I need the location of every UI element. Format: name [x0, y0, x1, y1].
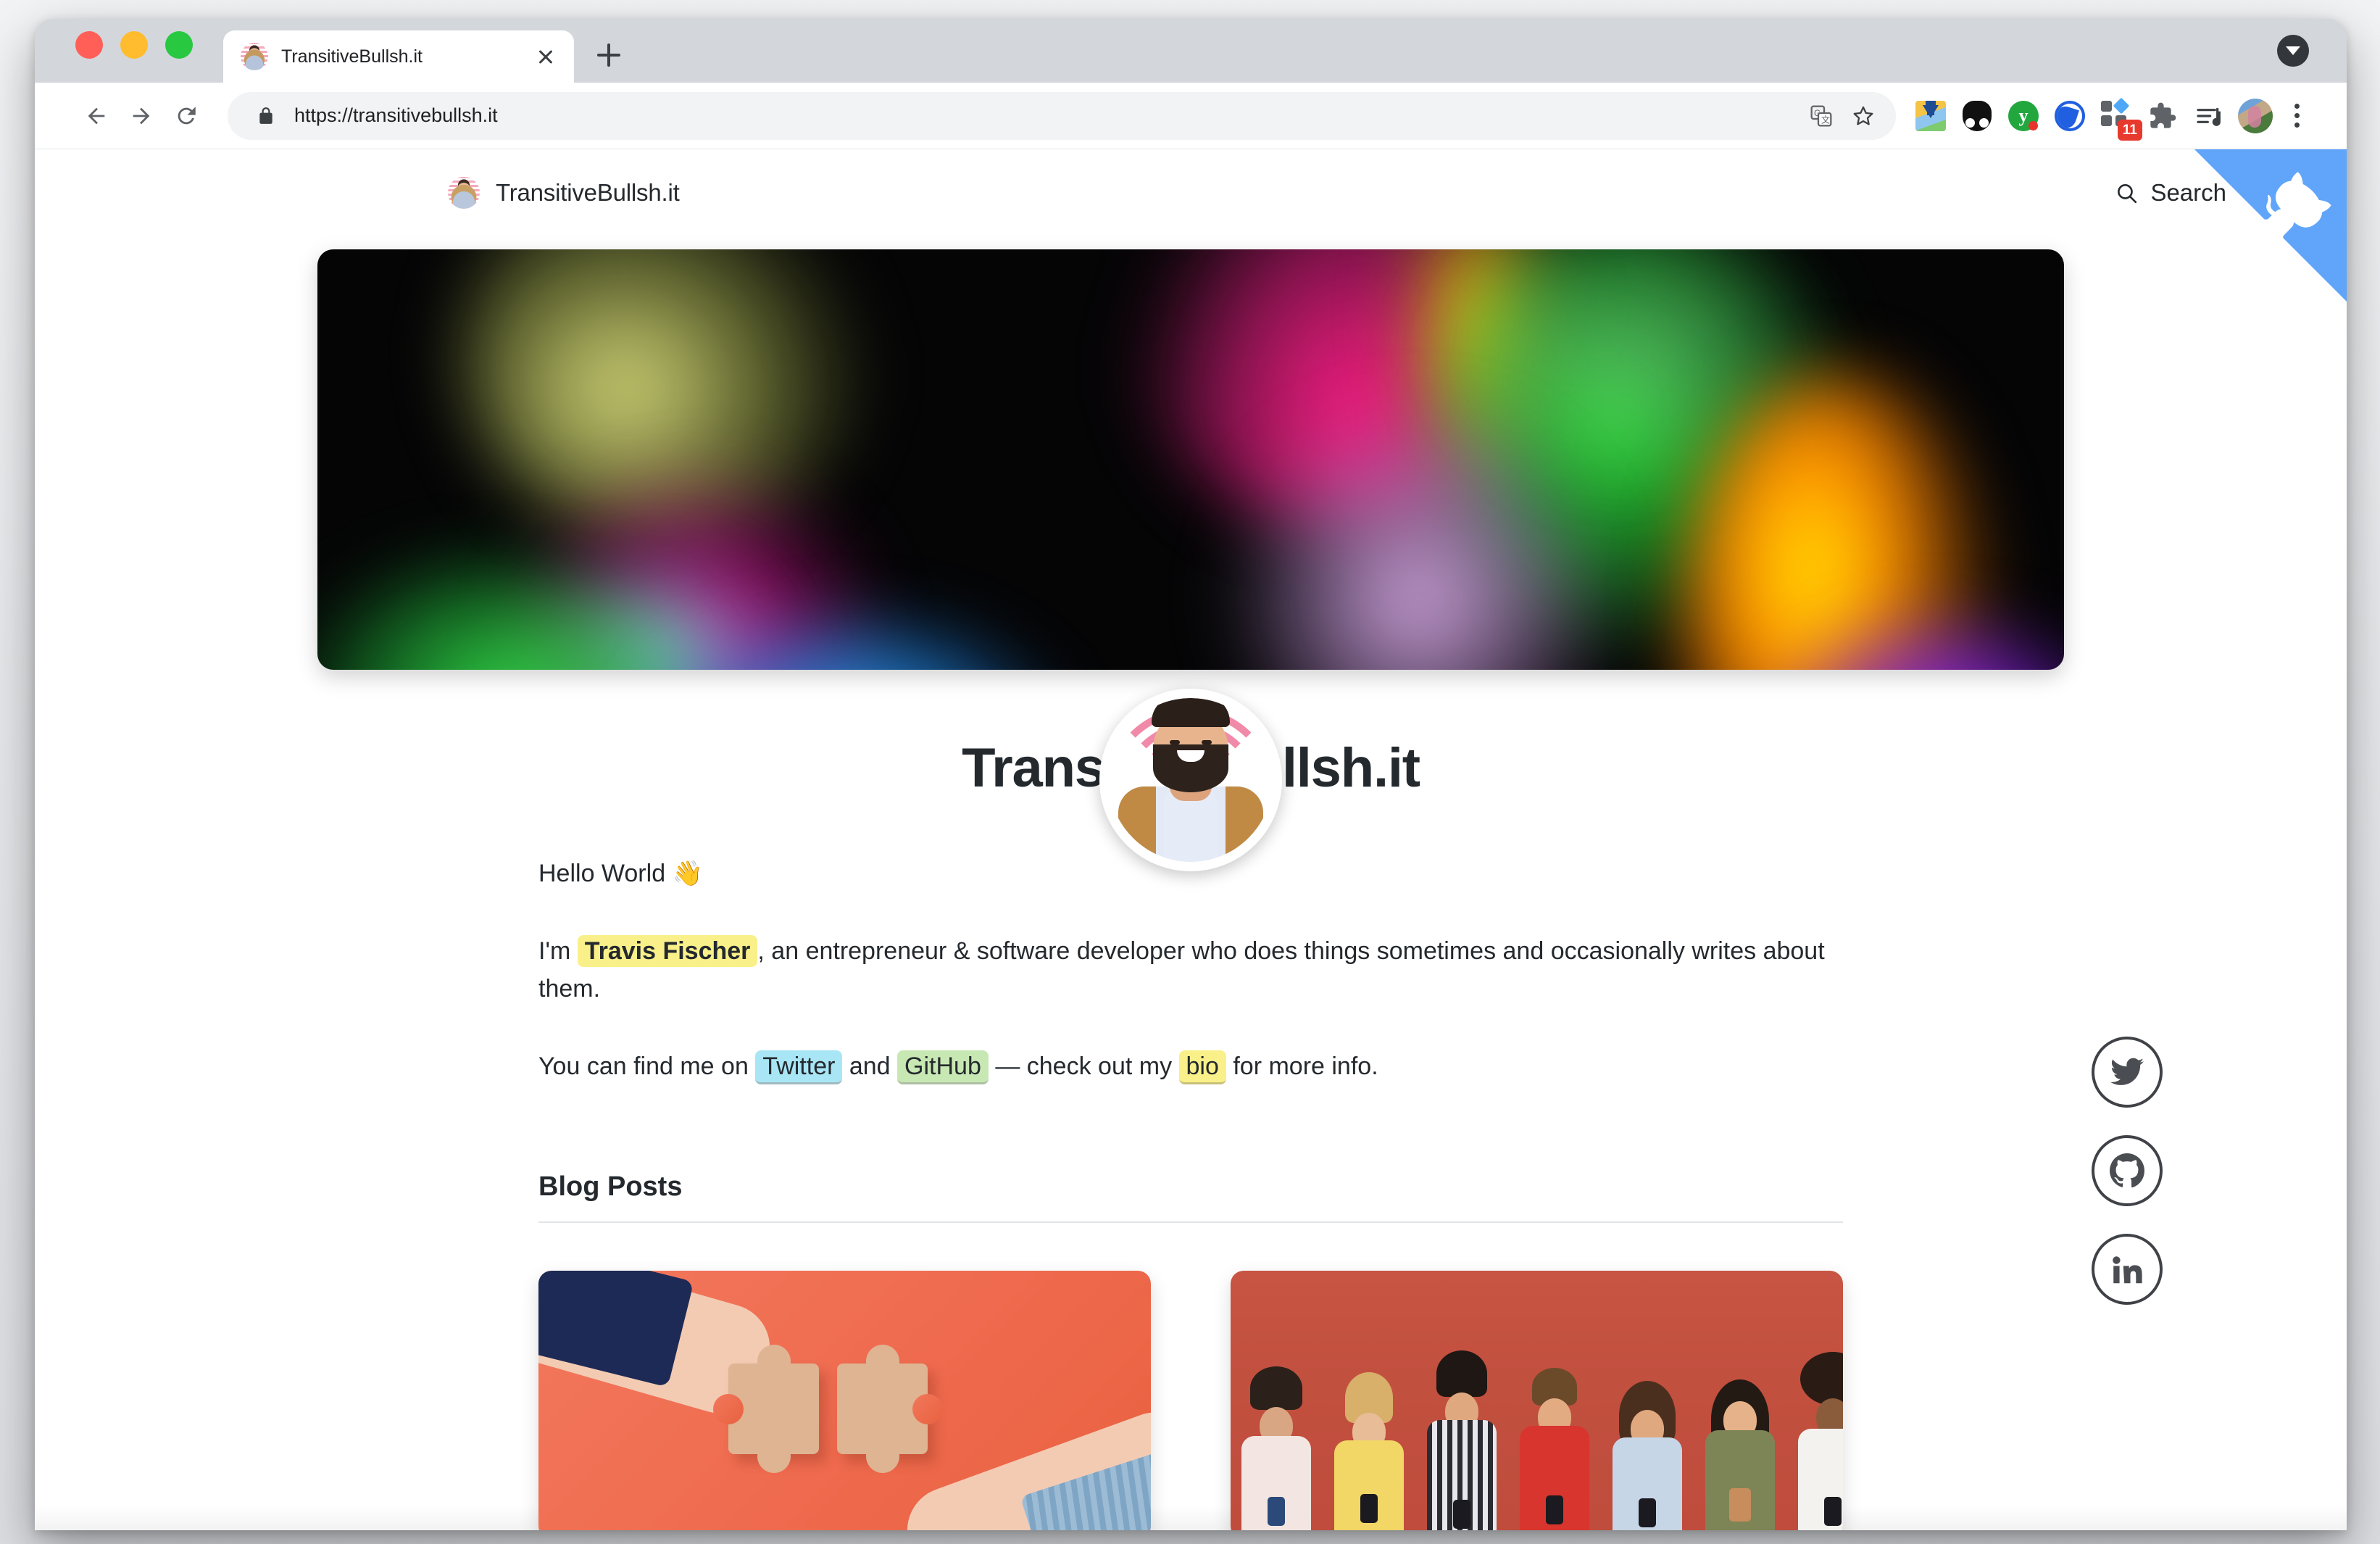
puzzle-icon	[2150, 102, 2176, 128]
window-controls	[75, 19, 193, 83]
reload-icon	[178, 106, 196, 124]
paragraph-intro: I'm Travis Fischer, an entrepreneur & so…	[538, 932, 1843, 1008]
browser-tab[interactable]: TransitiveBullsh.it	[223, 30, 574, 83]
tab-title: TransitiveBullsh.it	[281, 46, 423, 67]
bio-link[interactable]: bio	[1178, 1050, 1226, 1085]
brand-link[interactable]: TransitiveBullsh.it	[448, 177, 680, 209]
twitter-social-button[interactable]	[2092, 1037, 2163, 1108]
browser-window: TransitiveBullsh.it https://transitivebu…	[35, 19, 2347, 1530]
paragraph-links: You can find me on Twitter and GitHub — …	[538, 1047, 1843, 1086]
avatar-hair	[1152, 698, 1230, 727]
maximize-window-button[interactable]	[165, 31, 193, 59]
github-icon	[2110, 1153, 2144, 1188]
social-links-rail	[2092, 1037, 2163, 1305]
site-header: TransitiveBullsh.it Search	[35, 149, 2347, 236]
chrome-menu-button[interactable]	[2279, 96, 2315, 136]
twitter-link[interactable]: Twitter	[755, 1050, 843, 1085]
profile-button[interactable]	[2232, 93, 2279, 139]
linkedin-social-button[interactable]	[2092, 1234, 2163, 1305]
intro-prefix: I'm	[538, 937, 578, 965]
hero-avatar	[1099, 689, 1282, 871]
reload-button[interactable]	[164, 94, 209, 138]
linkedin-icon	[2113, 1256, 2142, 1284]
links-mid: and	[842, 1053, 898, 1081]
desktop-backdrop: TransitiveBullsh.it https://transitivebu…	[0, 0, 2380, 1544]
eyes-icon	[1963, 100, 1992, 131]
translate-glyph: G 文	[1810, 105, 1832, 126]
github-octocat-icon	[2194, 149, 2347, 302]
puzzle-piece-left	[713, 1363, 819, 1454]
tab-strip: TransitiveBullsh.it	[35, 19, 2347, 83]
translate-icon[interactable]: G 文	[1800, 95, 1842, 137]
github-social-button[interactable]	[2092, 1135, 2163, 1206]
avatar	[2238, 98, 2273, 133]
brand-name: TransitiveBullsh.it	[496, 179, 680, 206]
media-playlist-button[interactable]	[2186, 93, 2232, 139]
page-viewport: TransitiveBullsh.it Search Hello World 👋…	[35, 149, 2347, 1530]
hero-avatar-image	[1109, 698, 1273, 862]
playlist-icon	[2197, 107, 2221, 126]
post-image-puzzle	[538, 1270, 1151, 1530]
forward-button[interactable]	[119, 94, 164, 138]
post-card-people[interactable]	[1231, 1270, 1843, 1530]
toolbar-extensions: y 11	[1907, 93, 2315, 141]
avatar-eye	[1170, 740, 1180, 744]
github-link[interactable]: GitHub	[897, 1050, 989, 1085]
address-bar[interactable]: https://transitivebullsh.it G 文	[228, 91, 1896, 140]
tab-search-button[interactable]	[2277, 35, 2309, 67]
greeting-text: Hello World 👋	[538, 860, 703, 887]
kebab-dot	[2294, 104, 2300, 109]
arrow-left-icon	[88, 107, 105, 124]
extension-badge-count: 11	[2117, 119, 2142, 141]
close-window-button[interactable]	[75, 31, 103, 59]
back-button[interactable]	[74, 94, 119, 138]
github-corner-ribbon[interactable]	[2194, 149, 2347, 302]
arrow-right-icon	[133, 107, 150, 124]
post-image-people	[1231, 1270, 1843, 1530]
kebab-dot	[2294, 113, 2300, 118]
chevron-down-icon	[2286, 46, 2300, 55]
avatar-eye	[1202, 740, 1212, 744]
yandex-icon: y	[2008, 100, 2039, 131]
close-tab-icon[interactable]	[532, 43, 559, 70]
brand-avatar-icon	[448, 177, 480, 209]
browser-toolbar: https://transitivebullsh.it G 文 y 11	[35, 83, 2347, 149]
extensions-button[interactable]	[2139, 93, 2186, 139]
search-icon	[2118, 183, 2137, 203]
post-card-puzzle[interactable]	[538, 1270, 1151, 1530]
star-glyph	[1853, 106, 1873, 125]
url-text: https://transitivebullsh.it	[294, 104, 498, 126]
lock-icon[interactable]	[257, 105, 275, 127]
avatar-shirt	[1164, 791, 1218, 862]
blue-ring-icon	[2055, 100, 2085, 131]
new-tab-button[interactable]	[587, 33, 631, 77]
blue-ring-extension-button[interactable]	[2047, 93, 2093, 139]
tab-favicon-icon	[241, 43, 268, 70]
minimize-window-button[interactable]	[120, 31, 148, 59]
notion-clipper-extension-button[interactable]: 11	[2093, 93, 2142, 141]
travis-fischer-highlight: Travis Fischer	[577, 934, 758, 967]
links-mid2: — check out my	[988, 1053, 1179, 1081]
yandex-extension-button[interactable]: y	[2000, 93, 2047, 139]
puzzle-piece-right	[837, 1363, 943, 1454]
blog-posts-grid	[538, 1270, 1843, 1530]
hero-banner-image	[317, 249, 2064, 670]
kebab-dot	[2294, 123, 2300, 128]
download-arrow-icon	[1915, 100, 1946, 131]
blog-posts-section: Blog Posts	[538, 1171, 1843, 1530]
links-suffix: for more info.	[1226, 1053, 1378, 1081]
bookmark-star-icon[interactable]	[1842, 95, 1884, 137]
dark-reader-extension-button[interactable]	[1954, 93, 2000, 139]
twitter-icon	[2110, 1058, 2144, 1085]
mega-download-extension-button[interactable]	[1907, 93, 1954, 139]
svg-text:文: 文	[1821, 114, 1830, 125]
links-prefix: You can find me on	[538, 1053, 756, 1081]
blog-posts-heading: Blog Posts	[538, 1171, 1843, 1223]
